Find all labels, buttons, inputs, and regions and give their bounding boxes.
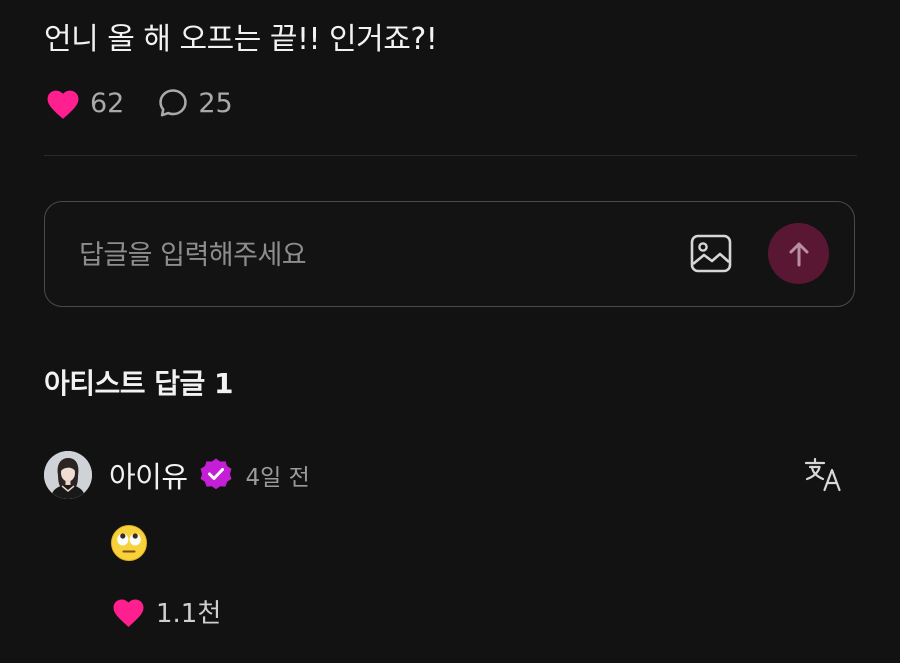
reply-composer [44, 201, 855, 307]
heart-icon [113, 599, 144, 627]
attach-image-button[interactable] [690, 234, 732, 274]
author-name[interactable]: 아이유 [109, 454, 188, 496]
translate-button[interactable] [804, 456, 844, 494]
comment-bubble-icon [159, 89, 188, 117]
heart-icon [47, 90, 79, 119]
send-reply-button[interactable] [768, 223, 829, 284]
post-like-button[interactable]: 62 [44, 86, 124, 120]
avatar-photo [44, 451, 92, 499]
artist-reply-header: 아이유 4일 전 [44, 451, 310, 499]
divider [44, 155, 857, 156]
verified-badge-icon [200, 458, 232, 490]
reply-like-button[interactable]: 1.1천 [110, 591, 221, 631]
face-with-rolling-eyes-icon [111, 525, 147, 561]
translate-icon [804, 457, 841, 492]
arrow-up-icon [789, 242, 808, 266]
image-icon [690, 234, 732, 273]
post-text: 언니 올 해 오프는 끝!! 인거죠?! [44, 22, 438, 57]
post-comment-count: 25 [198, 87, 233, 119]
post-like-count: 62 [90, 87, 125, 119]
artist-replies-heading: 아티스트 답글 1 [44, 367, 234, 400]
reply-like-count: 1.1천 [156, 598, 222, 629]
avatar[interactable] [44, 451, 92, 499]
reply-input[interactable] [79, 232, 639, 278]
post-stats: 62 25 [44, 82, 233, 124]
reply-timestamp: 4일 전 [245, 465, 310, 491]
post-comment-button[interactable]: 25 [156, 86, 233, 120]
post-detail-page: 언니 올 해 오프는 끝!! 인거죠?! 62 25 답글을 입력해주세요 아티… [0, 0, 900, 663]
